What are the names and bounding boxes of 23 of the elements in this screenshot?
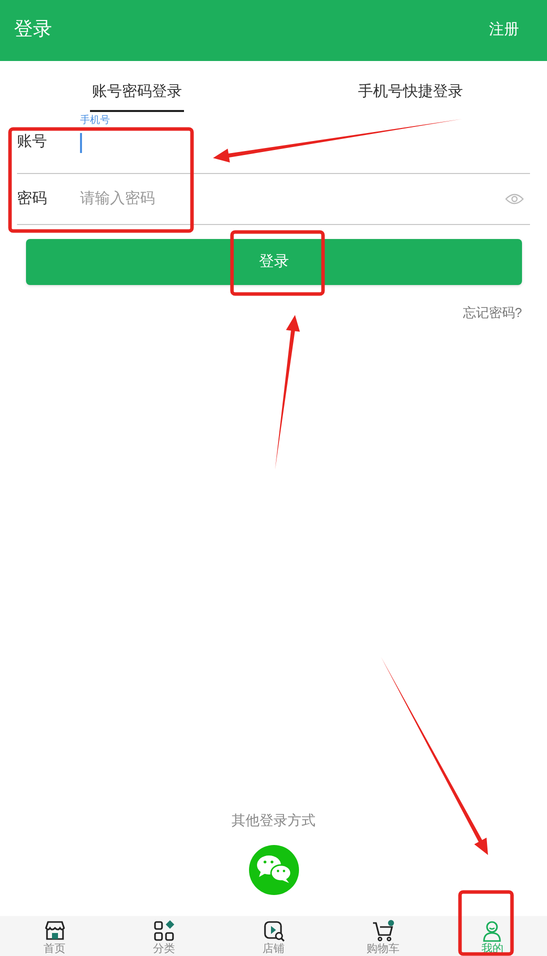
nav-tab[interactable]: 购物车 [328,916,438,956]
section-title: 其他登录方式 [232,811,316,830]
login-button[interactable]: 登录 [26,239,522,285]
nav-tab[interactable]: 首页 [0,916,110,956]
nav-tab[interactable]: 分类 [109,916,219,956]
chat-bubbles-icon[interactable] [248,845,298,895]
field-label: 账号 [17,132,48,152]
register-link[interactable]: 注册 [489,19,533,42]
nav-tab[interactable]: 店铺 [218,916,328,956]
password-field[interactable]: 请输入密码 [80,188,505,210]
forgot-password-link[interactable]: 忘记密码? [462,303,522,322]
play-search-icon [262,919,286,943]
store-icon [42,919,67,943]
text-cursor [80,132,82,152]
cart-icon [370,919,395,943]
tab[interactable]: 账号密码登录 [90,61,184,112]
page-title: 登录 [14,18,52,42]
highlight-frame [458,890,514,956]
tab[interactable]: 手机号快捷登录 [356,61,465,112]
eye-icon[interactable] [505,193,524,205]
floating-label: 手机号 [80,116,110,126]
field-label: 密码 [17,188,48,209]
category-grid-icon [152,919,176,943]
